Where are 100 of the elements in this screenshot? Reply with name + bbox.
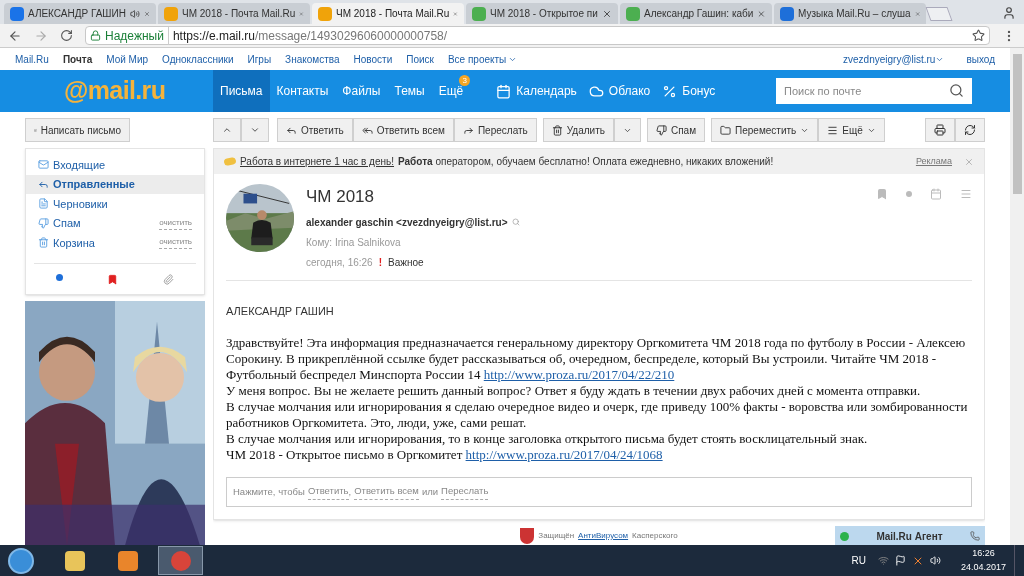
reply-prompt-text: Нажмите, чтобы bbox=[233, 484, 305, 499]
toolbar-button[interactable]: Спам bbox=[646, 118, 706, 142]
back-icon[interactable] bbox=[8, 28, 22, 43]
header-tab[interactable]: Контакты bbox=[269, 70, 336, 112]
tab-title: АЛЕКСАНДР ГАШИН bbox=[28, 7, 126, 21]
browser-tab[interactable]: Александр Гашин: каби bbox=[620, 3, 772, 24]
close-icon[interactable] bbox=[757, 8, 766, 19]
toolbar-button[interactable]: Переслать bbox=[453, 118, 537, 142]
refresh-button[interactable] bbox=[955, 118, 985, 142]
profile-icon[interactable] bbox=[1002, 6, 1016, 20]
new-tab-button[interactable] bbox=[925, 7, 953, 21]
clock-date[interactable]: 24.04.2017 bbox=[960, 560, 1006, 574]
agent-widget[interactable]: Mail.Ru Агент bbox=[835, 526, 985, 545]
importance-label: Важное bbox=[388, 255, 424, 270]
toolbar-button[interactable]: Ещё bbox=[818, 118, 885, 142]
lock-icon bbox=[90, 30, 101, 41]
portal-link[interactable]: Игры bbox=[247, 51, 272, 67]
recipient: Кому: Irina Salnikova bbox=[306, 235, 402, 250]
service-link[interactable]: Бонус bbox=[656, 82, 722, 100]
calendar-icon[interactable] bbox=[930, 188, 942, 200]
message-link[interactable]: http://www.proza.ru/2017/04/24/1068 bbox=[465, 447, 663, 462]
antivirus-link[interactable]: АнтиВирусом bbox=[578, 530, 629, 542]
header-tab[interactable]: Файлы bbox=[335, 70, 388, 112]
forward-icon[interactable] bbox=[34, 28, 48, 43]
footer-text: Касперского bbox=[632, 530, 678, 542]
bookmark-icon[interactable] bbox=[107, 273, 119, 285]
speaker-icon[interactable] bbox=[929, 555, 941, 566]
message-link[interactable]: http://www.proza.ru/2017/04/22/210 bbox=[483, 367, 675, 382]
logout-link[interactable]: выход bbox=[966, 51, 995, 67]
paperclip-icon[interactable] bbox=[162, 273, 174, 285]
folder-item[interactable]: Корзина очистить bbox=[26, 233, 204, 253]
close-icon[interactable] bbox=[602, 8, 612, 19]
portal-link[interactable]: Новости bbox=[353, 51, 393, 67]
toolbar-button[interactable]: Переместить bbox=[711, 118, 819, 142]
toolbar-button[interactable]: Ответить всем bbox=[352, 118, 454, 142]
print-button[interactable] bbox=[925, 118, 955, 142]
toolbar-button[interactable]: Ответить bbox=[277, 118, 353, 142]
chevron-up-icon bbox=[222, 125, 232, 135]
search-field[interactable]: Поиск по почте bbox=[776, 78, 972, 104]
menu-icon bbox=[827, 124, 839, 136]
chevron-down-icon bbox=[250, 125, 260, 135]
browser-tab[interactable]: ЧМ 2018 - Почта Mail.Ru bbox=[158, 3, 310, 24]
folder-icon bbox=[720, 124, 732, 136]
clear-link[interactable]: очистить bbox=[159, 216, 192, 230]
start-button[interactable] bbox=[8, 547, 34, 574]
header-tab[interactable]: Письма bbox=[213, 70, 270, 112]
browser-tab[interactable]: ЧМ 2018 - Почта Mail.Ru bbox=[312, 3, 464, 24]
folder-item[interactable]: Отправленные bbox=[26, 174, 204, 194]
browser-tab[interactable]: ЧМ 2018 - Открытое пи bbox=[466, 3, 618, 24]
toolbar-button[interactable]: Удалить bbox=[542, 118, 614, 142]
address-field[interactable]: Надежный https://e.mail.ru/message/14930296060000000758/ bbox=[85, 26, 990, 45]
ad-label-link[interactable]: Реклама bbox=[915, 154, 952, 169]
message-paragraph: В случае молчания или игнорирования я сделаю очередное видео и очерк, где приведу 100% факты - воровства или зомбированности работников Оргкомитета. Это, люди, уже, сами решат. bbox=[226, 399, 968, 431]
ad-text: Работа оператором, обучаем бесплатно! Оплата ежедневно, никаких вложений! bbox=[398, 155, 774, 169]
trash-icon bbox=[38, 237, 49, 249]
wallet-icon bbox=[223, 156, 237, 167]
reply-link[interactable]: Ответить bbox=[307, 484, 349, 500]
header-tab[interactable]: Темы bbox=[387, 70, 432, 112]
folder-item[interactable]: Спам очистить bbox=[26, 213, 204, 233]
reply-link[interactable]: Переслать bbox=[441, 484, 489, 500]
portal-link[interactable]: Поиск bbox=[406, 51, 434, 67]
sender[interactable]: alexander gaschin <zvezdnyeigry@list.ru> bbox=[306, 214, 972, 230]
clock-time[interactable]: 16:26 bbox=[972, 547, 995, 561]
portal-link[interactable]: Все проекты bbox=[447, 51, 518, 67]
unread-filter-icon[interactable] bbox=[56, 273, 64, 281]
folder-item[interactable]: Черновики bbox=[26, 194, 204, 214]
bookmark-star-icon[interactable] bbox=[972, 29, 985, 42]
user-account-link[interactable]: zvezdnyeigry@list.ru bbox=[843, 51, 945, 67]
header-tab[interactable]: Ещё 3 bbox=[431, 70, 471, 112]
language-indicator[interactable]: RU bbox=[851, 553, 866, 568]
favicon-icon bbox=[780, 6, 794, 21]
refresh-icon bbox=[964, 124, 976, 136]
phone-icon bbox=[970, 531, 980, 541]
browser-tab[interactable]: АЛЕКСАНДР ГАШИН bbox=[4, 3, 156, 24]
reply-link[interactable]: Ответить всем bbox=[354, 484, 419, 500]
favicon-icon bbox=[164, 6, 178, 21]
service-link[interactable]: Облако bbox=[582, 82, 657, 100]
reload-icon[interactable] bbox=[60, 29, 73, 42]
message-paragraph: В случае молчания или игнорирования, то в конце заголовка открытого письма будет стоять восклицательный знак. bbox=[226, 431, 869, 447]
portal-link[interactable]: Почта bbox=[62, 51, 93, 67]
service-link[interactable]: Календарь bbox=[490, 82, 583, 100]
ad-link[interactable]: Работа в интернете 1 час в день! bbox=[240, 154, 394, 169]
flag-icon[interactable] bbox=[894, 555, 906, 566]
message-paragraph: Здравствуйте! Эта информация предназначается генеральному директору Оргкомитета ЧМ 2018 года по футболу в России - Алексею Сорокину. В прикреплённой ссылке будет рассказываться об, очередном, беспределе, который Вы устроили. Читайте ЧМ 2018 - Футбольный беспредел Минспорта России 14 http://www.proza.ru/2017/04/22/210 bbox=[226, 335, 967, 383]
search-icon bbox=[511, 218, 520, 226]
portal-link[interactable]: Mail.Ru bbox=[15, 51, 49, 67]
search-icon[interactable] bbox=[949, 83, 964, 98]
portal-link[interactable]: Мой Мир bbox=[106, 51, 149, 67]
trash-icon bbox=[551, 124, 563, 136]
favicon-icon bbox=[10, 6, 24, 21]
clear-link[interactable]: очистить bbox=[159, 236, 192, 250]
scrollbar[interactable] bbox=[1010, 48, 1024, 545]
network-icon[interactable] bbox=[877, 555, 889, 566]
compose-button[interactable]: Написать письмо bbox=[25, 118, 130, 142]
greeting: АЛЕКСАНДР ГАШИН bbox=[226, 303, 335, 319]
portal-link[interactable]: Одноклассники bbox=[162, 51, 234, 67]
quick-reply-field[interactable]: Нажмите, чтобы Ответить, Ответить всем или Переслать bbox=[226, 477, 972, 507]
portal-link[interactable]: Знакомства bbox=[285, 51, 340, 67]
folder-item[interactable]: Входящие bbox=[26, 155, 204, 175]
browser-tab[interactable]: Музыка Mail.Ru – слуша bbox=[774, 3, 926, 24]
